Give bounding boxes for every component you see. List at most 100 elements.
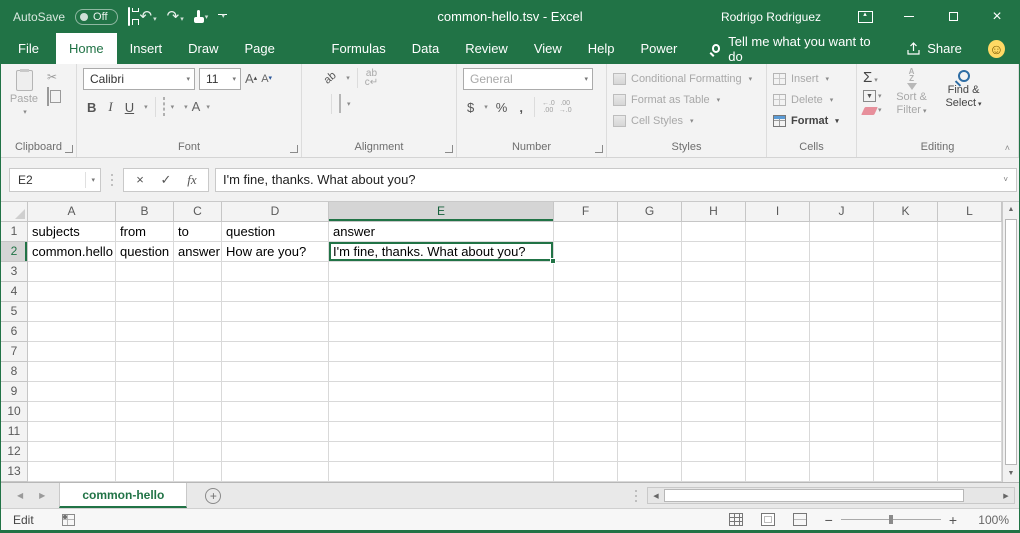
cell-D10[interactable]	[222, 402, 329, 422]
cell-B10[interactable]	[116, 402, 174, 422]
row-header-6[interactable]: 6	[1, 322, 28, 342]
row-header-13[interactable]: 13	[1, 462, 28, 482]
cell-L10[interactable]	[938, 402, 1002, 422]
cell-H3[interactable]	[682, 262, 746, 282]
cell-A4[interactable]	[28, 282, 116, 302]
row-header-7[interactable]: 7	[1, 342, 28, 362]
column-header-J[interactable]: J	[810, 202, 874, 222]
zoom-slider[interactable]	[841, 519, 941, 520]
new-sheet-button[interactable]: +	[187, 483, 239, 508]
cell-F3[interactable]	[554, 262, 618, 282]
cell-A13[interactable]	[28, 462, 116, 482]
tab-power-pivot[interactable]: Power Pivot	[628, 33, 712, 64]
cell-K1[interactable]	[874, 222, 938, 242]
row-header-9[interactable]: 9	[1, 382, 28, 402]
cell-D13[interactable]	[222, 462, 329, 482]
cell-G4[interactable]	[618, 282, 682, 302]
cell-H11[interactable]	[682, 422, 746, 442]
cell-I6[interactable]	[746, 322, 810, 342]
cell-D8[interactable]	[222, 362, 329, 382]
cell-B3[interactable]	[116, 262, 174, 282]
cell-B6[interactable]	[116, 322, 174, 342]
font-color-button[interactable]: A	[192, 98, 201, 116]
decrease-decimal-button[interactable]: .00→.0	[559, 100, 572, 114]
vertical-scrollbar[interactable]: ▲ ▼	[1002, 202, 1019, 482]
cell-K11[interactable]	[874, 422, 938, 442]
row-header-5[interactable]: 5	[1, 302, 28, 322]
currency-button[interactable]: $	[463, 98, 478, 117]
font-size-combo[interactable]: 11▾	[199, 68, 241, 90]
cell-B13[interactable]	[116, 462, 174, 482]
wrap-text-button[interactable]: abc↵	[365, 69, 378, 87]
tell-me-box[interactable]: Tell me what you want to do	[712, 34, 881, 64]
cell-H8[interactable]	[682, 362, 746, 382]
macro-record-icon[interactable]	[62, 514, 75, 526]
cell-L8[interactable]	[938, 362, 1002, 382]
enter-button[interactable]: ✓	[154, 172, 178, 188]
cell-E8[interactable]	[329, 362, 554, 382]
cell-A9[interactable]	[28, 382, 116, 402]
cell-F2[interactable]	[554, 242, 618, 262]
cell-B11[interactable]	[116, 422, 174, 442]
cell-B4[interactable]	[116, 282, 174, 302]
cell-A11[interactable]	[28, 422, 116, 442]
column-header-C[interactable]: C	[174, 202, 222, 222]
cell-I2[interactable]	[746, 242, 810, 262]
tab-view[interactable]: View	[521, 33, 575, 64]
cell-F6[interactable]	[554, 322, 618, 342]
cell-K9[interactable]	[874, 382, 938, 402]
cell-A1[interactable]: subjects	[28, 222, 116, 242]
formula-bar-splitter[interactable]	[111, 179, 113, 181]
cell-J6[interactable]	[810, 322, 874, 342]
cell-K5[interactable]	[874, 302, 938, 322]
cell-K7[interactable]	[874, 342, 938, 362]
cell-I4[interactable]	[746, 282, 810, 302]
name-box[interactable]: E2 ▾	[9, 168, 101, 192]
insert-function-button[interactable]: fx	[180, 172, 204, 188]
cell-K13[interactable]	[874, 462, 938, 482]
column-header-A[interactable]: A	[28, 202, 116, 222]
expand-formula-bar-icon[interactable]: ˅	[1003, 175, 1016, 184]
cell-G10[interactable]	[618, 402, 682, 422]
tab-help[interactable]: Help	[575, 33, 628, 64]
maximize-button[interactable]	[931, 0, 975, 33]
clipboard-dialog-launcher-icon[interactable]	[65, 145, 73, 153]
cut-button[interactable]: ✂	[47, 71, 72, 84]
cell-J7[interactable]	[810, 342, 874, 362]
tab-formulas[interactable]: Formulas	[319, 33, 399, 64]
cell-E12[interactable]	[329, 442, 554, 462]
cell-J9[interactable]	[810, 382, 874, 402]
cell-J10[interactable]	[810, 402, 874, 422]
cell-G3[interactable]	[618, 262, 682, 282]
cell-C1[interactable]: to	[174, 222, 222, 242]
cell-J3[interactable]	[810, 262, 874, 282]
cell-I8[interactable]	[746, 362, 810, 382]
cell-E13[interactable]	[329, 462, 554, 482]
page-break-preview-button[interactable]	[793, 513, 807, 526]
cell-E2[interactable]: I'm fine, thanks. What about you?	[329, 242, 554, 262]
cell-C9[interactable]	[174, 382, 222, 402]
cell-D1[interactable]: question	[222, 222, 329, 242]
cell-L13[interactable]	[938, 462, 1002, 482]
cell-I7[interactable]	[746, 342, 810, 362]
cell-K4[interactable]	[874, 282, 938, 302]
cell-A7[interactable]	[28, 342, 116, 362]
tab-file[interactable]: File	[1, 33, 56, 64]
format-as-table-button[interactable]: Format as Table▾	[613, 89, 762, 110]
next-sheet-icon[interactable]: ▶	[39, 491, 45, 500]
cell-C8[interactable]	[174, 362, 222, 382]
cell-L12[interactable]	[938, 442, 1002, 462]
column-header-L[interactable]: L	[938, 202, 1002, 222]
find-select-button[interactable]: Find & Select▾	[942, 68, 986, 118]
italic-button[interactable]: I	[104, 97, 116, 117]
clear-button[interactable]: ▾	[863, 105, 882, 115]
cell-I10[interactable]	[746, 402, 810, 422]
scroll-down-icon[interactable]: ▼	[1003, 466, 1019, 482]
cell-F8[interactable]	[554, 362, 618, 382]
alignment-dialog-launcher-icon[interactable]	[445, 145, 453, 153]
borders-dropdown-icon[interactable]: ▾	[171, 103, 175, 111]
cell-E11[interactable]	[329, 422, 554, 442]
cell-I11[interactable]	[746, 422, 810, 442]
cell-A10[interactable]	[28, 402, 116, 422]
tab-draw[interactable]: Draw	[175, 33, 231, 64]
